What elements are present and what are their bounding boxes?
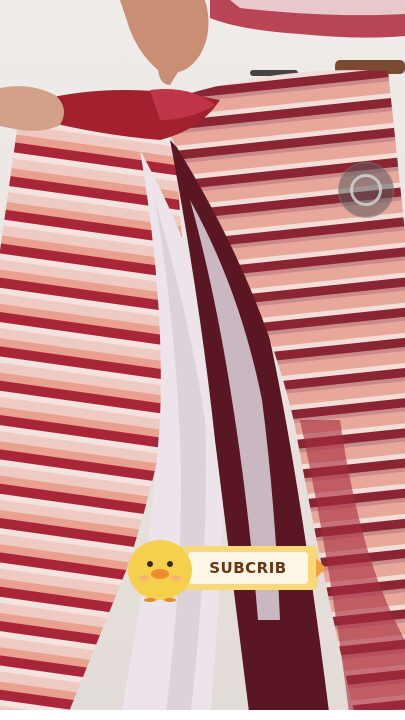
meat-cut-scene <box>0 0 405 720</box>
video-frame <box>0 0 405 720</box>
subscribe-badge[interactable]: SUBCRIB <box>124 528 328 602</box>
circle-control-icon[interactable] <box>338 162 394 218</box>
chick-icon <box>128 540 192 602</box>
ring-icon <box>350 174 382 206</box>
subscribe-label[interactable]: SUBCRIB <box>209 559 287 577</box>
bottom-edge <box>0 710 405 720</box>
badge-label-box: SUBCRIB <box>188 552 308 584</box>
badge-arrow-icon <box>316 558 326 578</box>
